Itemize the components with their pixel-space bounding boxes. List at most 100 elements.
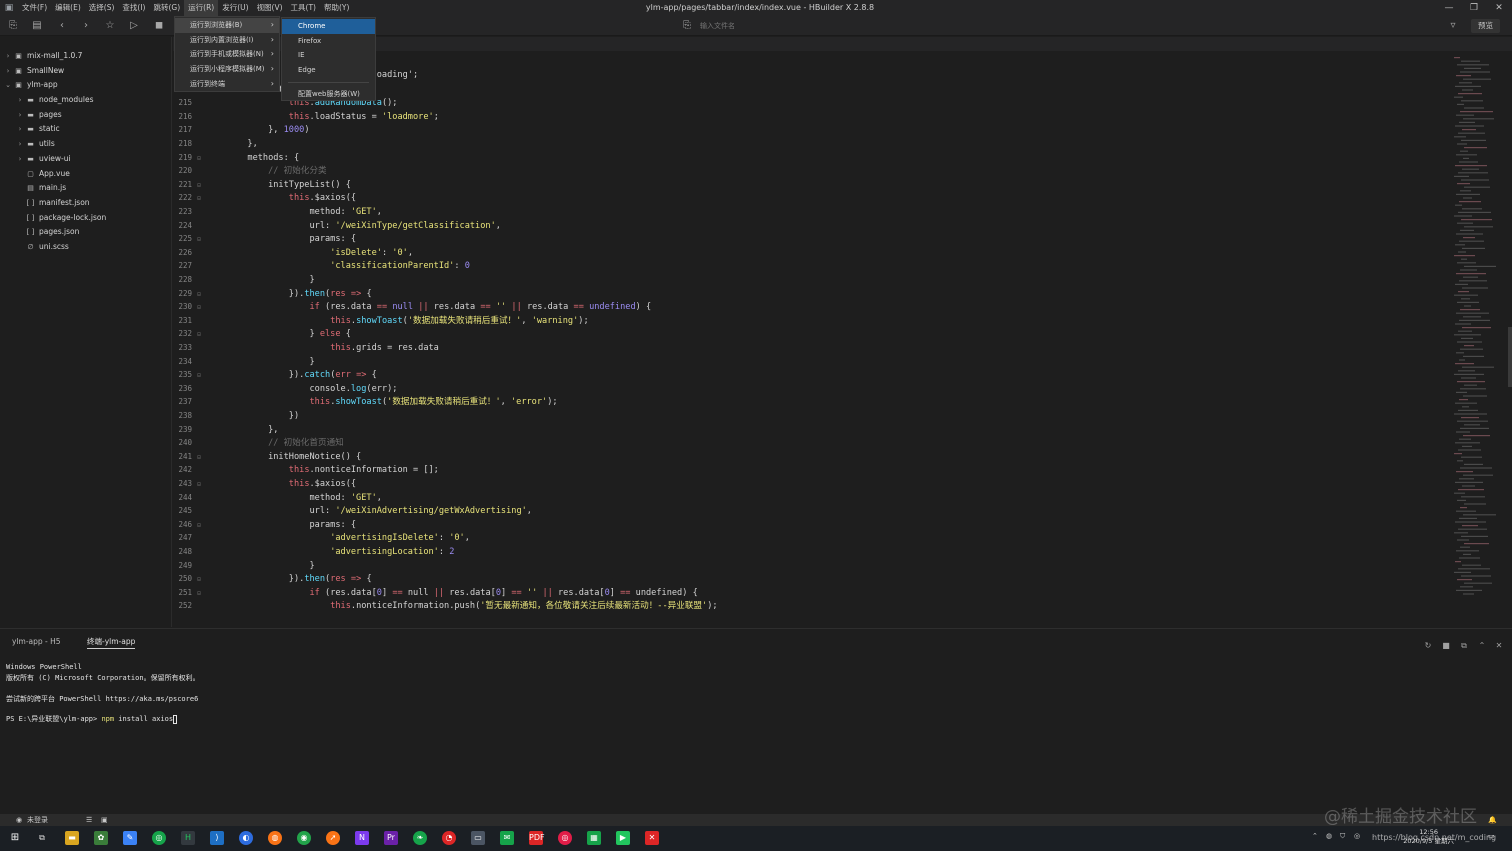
- code-line[interactable]: 233 this.grids = res.data: [173, 341, 438, 355]
- run-menu-item[interactable]: 运行到终端 ›: [175, 77, 279, 92]
- code-line[interactable]: 231 this.showToast('数据加载失败请稍后重试！', 'warn…: [173, 314, 588, 328]
- tree-item[interactable]: › ▬ pages: [0, 108, 171, 123]
- run-menu-item[interactable]: 运行到浏览器(B) ›: [175, 18, 279, 33]
- minimap[interactable]: [1450, 53, 1512, 627]
- leaf-app-icon[interactable]: ❧: [413, 831, 427, 845]
- code-line[interactable]: 235 ⊟ }).catch(err => {: [173, 368, 376, 382]
- media-icon[interactable]: ▶: [616, 831, 630, 845]
- menu-item[interactable]: 帮助(Y): [320, 0, 353, 16]
- code-line[interactable]: 242 this.nonticeInformation = [];: [173, 463, 438, 477]
- vscode-icon[interactable]: ⟩: [210, 831, 224, 845]
- code-line[interactable]: 232 ⊟ } else {: [173, 327, 350, 341]
- code-line[interactable]: 245 url: '/weiXinAdvertising/getWxAdvert…: [173, 504, 532, 518]
- tree-item[interactable]: › ▬ uview-ui: [0, 152, 171, 167]
- xmind-icon[interactable]: ✕: [645, 831, 659, 845]
- stop-icon[interactable]: ■: [1440, 640, 1452, 652]
- new-file-icon[interactable]: ⎘: [6, 19, 20, 33]
- tree-item[interactable]: [ ] package-lock.json: [0, 211, 171, 226]
- code-line[interactable]: 244 method: 'GET',: [173, 491, 381, 505]
- tree-item[interactable]: ▤ main.js: [0, 181, 171, 196]
- sheet-icon[interactable]: ▦: [587, 831, 601, 845]
- list-icon[interactable]: ☰: [86, 814, 92, 826]
- chrome-icon[interactable]: ◉: [297, 831, 311, 845]
- chevron-right-icon[interactable]: ›: [16, 137, 24, 152]
- code-line[interactable]: 220 // 初始化分类: [173, 164, 326, 178]
- code-line[interactable]: 239 },: [173, 423, 278, 437]
- code-line[interactable]: 222 ⊟ this.$axios({: [173, 191, 356, 205]
- tree-item[interactable]: ⌄ ▣ ylm-app: [0, 78, 171, 93]
- fold-icon[interactable]: ⊟: [192, 451, 206, 465]
- colorful-app-icon[interactable]: ✿: [94, 831, 108, 845]
- code-line[interactable]: 224 url: '/weiXinType/getClassification'…: [173, 219, 500, 233]
- chevron-down-icon[interactable]: ⌄: [4, 78, 12, 93]
- fold-icon[interactable]: ⊟: [192, 519, 206, 533]
- fold-icon[interactable]: ⊟: [192, 301, 206, 315]
- postman-icon[interactable]: ➚: [326, 831, 340, 845]
- menu-item[interactable]: 运行(R): [184, 0, 219, 16]
- code-line[interactable]: 228 }: [173, 273, 314, 287]
- fold-icon[interactable]: ⊟: [192, 587, 206, 601]
- minimize-button[interactable]: —: [1438, 0, 1460, 16]
- code-line[interactable]: 246 ⊟ params: {: [173, 518, 356, 532]
- preview-button[interactable]: 预览: [1471, 19, 1500, 33]
- close-panel-icon[interactable]: ✕: [1493, 640, 1505, 652]
- code-line[interactable]: 226 'isDelete': '0',: [173, 246, 413, 260]
- tree-item[interactable]: [ ] manifest.json: [0, 196, 171, 211]
- task-view-icon[interactable]: ⧉: [35, 831, 49, 845]
- code-line[interactable]: 223 method: 'GET',: [173, 205, 381, 219]
- firefox-icon[interactable]: ◍: [268, 831, 282, 845]
- green-app-icon[interactable]: ◎: [152, 831, 166, 845]
- terminal-prompt-line[interactable]: PS E:\异业联盟\ylm-app> npm install axios: [6, 714, 178, 724]
- red-app-icon[interactable]: ◔: [442, 831, 456, 845]
- menu-item[interactable]: 发行(U): [218, 0, 252, 16]
- feather-app-icon[interactable]: ✎: [123, 831, 137, 845]
- panel-icon[interactable]: ▣: [101, 814, 108, 826]
- music-icon[interactable]: ◎: [558, 831, 572, 845]
- fold-icon[interactable]: ⊟: [192, 152, 206, 166]
- network-icon[interactable]: ◎: [1354, 832, 1360, 840]
- login-status[interactable]: 未登录: [27, 814, 48, 826]
- chevron-right-icon[interactable]: ›: [16, 108, 24, 123]
- windows-start-icon[interactable]: ⊞: [8, 831, 22, 845]
- menu-item[interactable]: 选择(S): [85, 0, 119, 16]
- code-line[interactable]: 240 // 初始化首页通知: [173, 436, 343, 450]
- code-line[interactable]: 234 }: [173, 355, 314, 369]
- pdf-icon[interactable]: PDF: [529, 831, 545, 845]
- code-line[interactable]: 238 }): [173, 409, 299, 423]
- filter-icon[interactable]: ▿: [1446, 19, 1460, 33]
- run-menu-item[interactable]: 运行到小程序模拟器(M) ›: [175, 62, 279, 77]
- folder-app-icon[interactable]: ▭: [471, 831, 485, 845]
- tree-item[interactable]: [ ] pages.json: [0, 225, 171, 240]
- back-icon[interactable]: ‹: [55, 19, 69, 33]
- forward-icon[interactable]: ›: [79, 19, 93, 33]
- menu-item[interactable]: 查找(I): [118, 0, 149, 16]
- fold-icon[interactable]: ⊟: [192, 573, 206, 587]
- code-line[interactable]: 247 'advertisingIsDelete': '0',: [173, 531, 469, 545]
- browser-item[interactable]: Edge: [282, 63, 375, 78]
- run-icon[interactable]: ▷: [127, 19, 141, 33]
- code-line[interactable]: 217 }, 1000): [173, 123, 309, 137]
- restore-button[interactable]: ❐: [1463, 0, 1485, 16]
- code-line[interactable]: 227 'classificationParentId': 0: [173, 259, 469, 273]
- onenote-icon[interactable]: N: [355, 831, 369, 845]
- menu-item[interactable]: 文件(F): [18, 0, 51, 16]
- editor-scrollbar[interactable]: [1508, 327, 1512, 387]
- tree-item[interactable]: › ▬ utils: [0, 137, 171, 152]
- wechat-tray-icon[interactable]: ◍: [1326, 832, 1332, 840]
- fold-icon[interactable]: ⊟: [192, 288, 206, 302]
- config-web-server-item[interactable]: 配置web服务器(W): [282, 87, 375, 102]
- code-line[interactable]: 237 this.showToast('数据加载失败请稍后重试！', 'erro…: [173, 395, 557, 409]
- tree-item[interactable]: › ▣ SmallNew: [0, 64, 171, 79]
- menu-item[interactable]: 工具(T): [287, 0, 320, 16]
- code-line[interactable]: 251 ⊟ if (res.data[0] == null || res.data…: [173, 586, 697, 601]
- code-line[interactable]: 241 ⊟ initHomeNotice() {: [173, 450, 361, 464]
- fold-icon[interactable]: ⊟: [192, 192, 206, 206]
- code-line[interactable]: 216 this.loadStatus = 'loadmore';: [173, 110, 438, 124]
- menu-item[interactable]: 视图(V): [253, 0, 287, 16]
- code-line[interactable]: 248 'advertisingLocation': 2: [173, 545, 454, 559]
- maximize-icon[interactable]: ⌃: [1476, 640, 1488, 652]
- file-search-input[interactable]: [700, 19, 880, 33]
- bell-icon[interactable]: 🔔: [1488, 814, 1497, 826]
- chevron-right-icon[interactable]: ›: [16, 93, 24, 108]
- tree-item[interactable]: › ▬ node_modules: [0, 93, 171, 108]
